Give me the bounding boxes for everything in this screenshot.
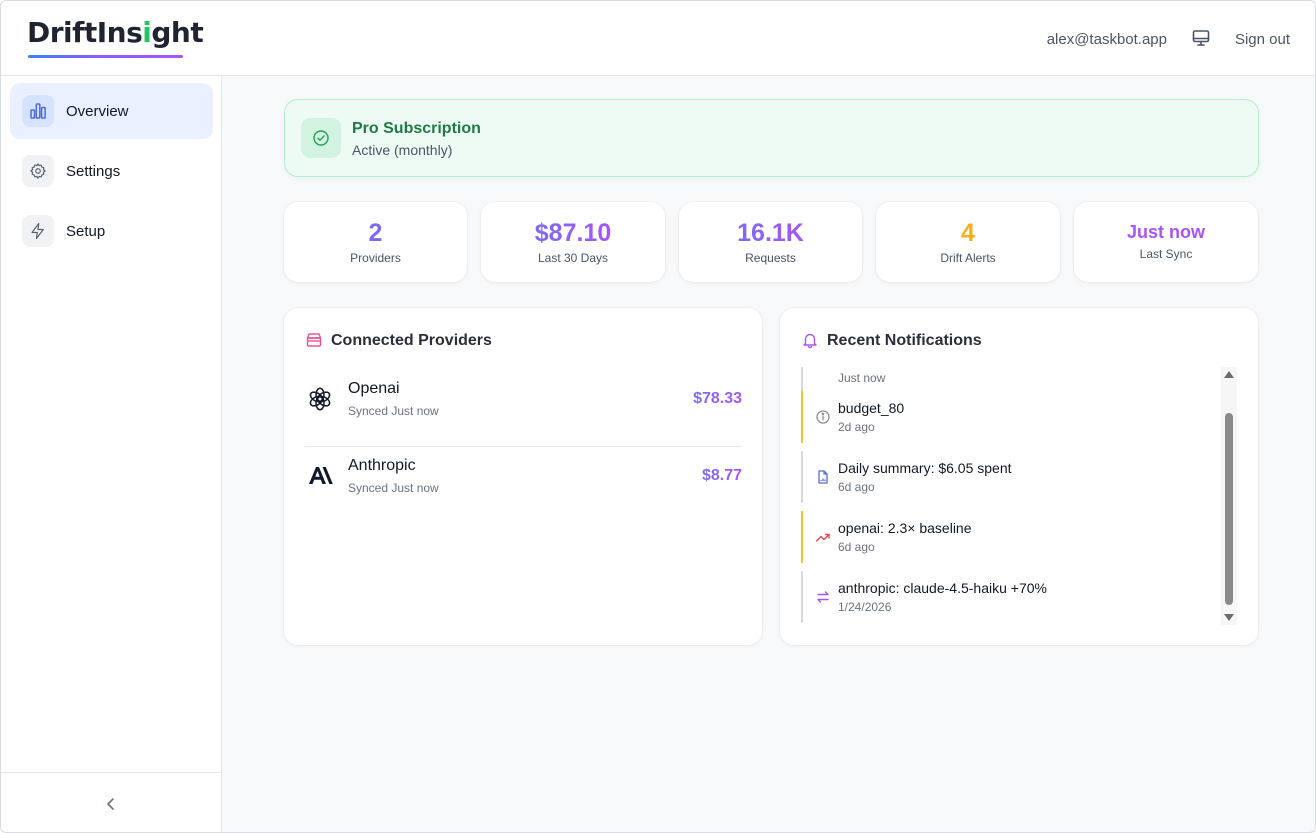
stat-value: 16.1K bbox=[737, 219, 804, 247]
sidebar-footer bbox=[1, 772, 221, 832]
stat-value: Just now bbox=[1126, 222, 1205, 242]
notification-item[interactable]: budget_80 2d ago bbox=[801, 391, 1211, 443]
sidebar-item-overview[interactable]: Overview bbox=[10, 83, 213, 139]
provider-sync-status: Synced Just now bbox=[348, 481, 439, 495]
notification-title: budget_80 bbox=[838, 400, 905, 416]
notification-item[interactable]: openai: 2.3× baseline 6d ago bbox=[801, 511, 1211, 563]
notification-time: Just now bbox=[838, 371, 886, 385]
stat-value: 4 bbox=[961, 219, 975, 247]
notification-list[interactable]: Just now budget_80 2d ago Daily summary:… bbox=[801, 367, 1217, 625]
notification-title: anthropic: claude-4.5-haiku +70% bbox=[838, 580, 1047, 596]
scrollbar-thumb[interactable] bbox=[1225, 413, 1233, 605]
sidebar-item-settings[interactable]: Settings bbox=[10, 143, 213, 199]
app-window: DriftInsight alex@taskbot.app Sign out O… bbox=[0, 0, 1316, 833]
top-bar: DriftInsight alex@taskbot.app Sign out bbox=[1, 1, 1315, 76]
info-icon bbox=[815, 409, 831, 425]
logo-text-1: DriftIns bbox=[27, 16, 143, 49]
stat-value: 2 bbox=[368, 219, 383, 247]
provider-row-openai[interactable]: Openai Synced Just now $78.33 bbox=[305, 370, 742, 447]
monitor-icon[interactable] bbox=[1191, 28, 1211, 48]
stat-label: Requests bbox=[745, 251, 796, 265]
stat-label: Last 30 Days bbox=[537, 251, 609, 265]
user-email: alex@taskbot.app bbox=[1046, 31, 1167, 48]
notification-time: 2d ago bbox=[838, 420, 875, 434]
stat-card-drift-alerts: 4 Drift Alerts bbox=[876, 202, 1060, 282]
panel-title: Connected Providers bbox=[331, 332, 492, 349]
sidebar-item-label: Overview bbox=[66, 102, 129, 120]
stat-label: Drift Alerts bbox=[940, 251, 996, 265]
stat-card-cost: $87.10 Last 30 Days bbox=[481, 202, 665, 282]
recent-notifications-panel: Recent Notifications Just now budget_80 … bbox=[780, 308, 1258, 645]
connected-providers-panel: Connected Providers Openai Synced Just n… bbox=[284, 308, 762, 645]
notification-title: Daily summary: $6.05 spent bbox=[838, 460, 1012, 476]
sidebar-item-label: Settings bbox=[66, 162, 121, 180]
openai-logo-icon bbox=[307, 386, 333, 412]
check-circle-icon bbox=[301, 118, 341, 158]
document-icon bbox=[815, 469, 831, 485]
notification-title: openai: 2.3× baseline bbox=[838, 520, 972, 536]
logo-underline bbox=[28, 55, 183, 58]
stat-card-requests: 16.1K Requests bbox=[679, 202, 862, 282]
stat-label: Last Sync bbox=[1139, 247, 1193, 261]
provider-cost: $78.33 bbox=[693, 390, 742, 407]
notification-time: 1/24/2026 bbox=[838, 600, 892, 614]
sidebar-item-label: Setup bbox=[66, 222, 106, 240]
stat-card-last-sync: Just now Last Sync bbox=[1074, 202, 1258, 282]
notification-item[interactable]: anthropic: claude-4.5-haiku +70% 1/24/20… bbox=[801, 571, 1211, 623]
scroll-down-icon[interactable] bbox=[1224, 614, 1234, 621]
stat-card-providers: 2 Providers bbox=[284, 202, 467, 282]
stat-label: Providers bbox=[350, 251, 401, 265]
notification-item[interactable]: Just now bbox=[801, 367, 1211, 394]
notification-scrollbar[interactable] bbox=[1221, 367, 1237, 625]
provider-row-anthropic[interactable]: Anthropic Synced Just now $8.77 bbox=[305, 447, 742, 524]
notification-item[interactable]: Daily summary: $6.05 spent 6d ago bbox=[801, 451, 1211, 503]
swap-arrows-icon bbox=[815, 589, 831, 605]
bar-chart-icon bbox=[22, 95, 54, 127]
subscription-banner: Pro Subscription Active (monthly) bbox=[284, 99, 1259, 177]
sidebar: Overview Settings Setup bbox=[1, 76, 222, 832]
trending-up-icon bbox=[815, 529, 831, 545]
sidebar-item-setup[interactable]: Setup bbox=[10, 203, 213, 259]
notification-time: 6d ago bbox=[838, 540, 875, 554]
subscription-title: Pro Subscription bbox=[352, 120, 481, 137]
scroll-up-icon[interactable] bbox=[1224, 371, 1234, 378]
panel-title: Recent Notifications bbox=[827, 332, 982, 349]
bell-icon bbox=[801, 331, 819, 349]
subscription-status: Active (monthly) bbox=[352, 142, 453, 158]
bolt-icon bbox=[22, 215, 54, 247]
archive-icon bbox=[305, 331, 323, 349]
provider-cost: $8.77 bbox=[701, 467, 742, 484]
notification-time: 6d ago bbox=[838, 480, 875, 494]
app-logo[interactable]: DriftInsight bbox=[27, 16, 204, 49]
provider-sync-status: Synced Just now bbox=[348, 404, 439, 418]
stat-value: $87.10 bbox=[534, 219, 612, 247]
provider-name: Openai bbox=[348, 380, 400, 397]
logo-text-accent: i bbox=[142, 16, 152, 49]
anthropic-logo-icon bbox=[307, 463, 333, 489]
logo-text-2: ght bbox=[151, 16, 204, 49]
sign-out-button[interactable]: Sign out bbox=[1235, 31, 1290, 48]
chevron-left-icon[interactable] bbox=[99, 792, 123, 816]
gear-icon bbox=[22, 155, 54, 187]
provider-name: Anthropic bbox=[348, 457, 416, 474]
